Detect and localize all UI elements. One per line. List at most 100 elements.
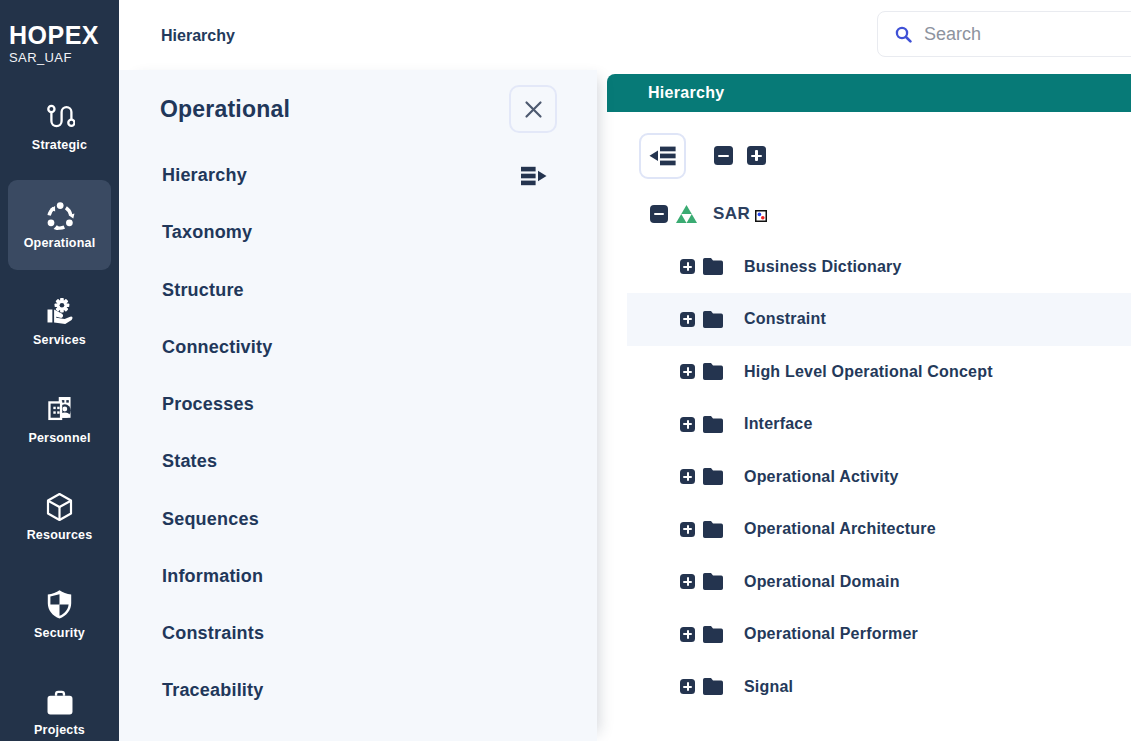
expand-node-button[interactable]	[680, 259, 695, 274]
menu-item-constraints[interactable]: Constraints	[119, 605, 597, 662]
shield-icon	[45, 590, 75, 620]
sidebar-item-security[interactable]: Security	[8, 570, 111, 660]
folder-icon	[703, 626, 723, 643]
app-logo: HOPEX	[9, 21, 119, 49]
hierarchy-panel: Hierarchy SAR	[607, 74, 1131, 741]
sidebar-item-personnel[interactable]: Personnel	[8, 375, 111, 465]
sidebar-item-resources[interactable]: Resources	[8, 472, 111, 562]
building-person-icon	[45, 395, 75, 425]
tree-root-row[interactable]: SAR	[607, 188, 1131, 241]
tree-row-business-dictionary[interactable]: Business Dictionary	[627, 241, 1131, 294]
flyout-icon[interactable]	[521, 166, 547, 186]
menu-item-label: Taxonomy	[162, 222, 252, 243]
plus-square-icon	[683, 262, 692, 271]
plus-square-icon	[683, 367, 692, 376]
folder-icon	[703, 521, 723, 538]
plus-square-icon	[683, 682, 692, 691]
plus-square-icon	[751, 150, 762, 161]
collapse-panel-button[interactable]	[639, 133, 686, 179]
sidebar-item-strategic[interactable]: Strategic	[8, 82, 111, 172]
menu-item-information[interactable]: Information	[119, 548, 597, 605]
tree-row-high-level-operational-concept[interactable]: High Level Operational Concept	[627, 346, 1131, 399]
menu-item-label: Information	[162, 566, 263, 587]
search-input[interactable]	[924, 24, 1124, 45]
hierarchy-tree: SAR Business Dictionary Constraint	[607, 188, 1131, 713]
menu-item-sequences[interactable]: Sequences	[119, 491, 597, 548]
expand-node-button[interactable]	[680, 679, 695, 694]
menu-item-label: Sequences	[162, 509, 259, 530]
sidebar-nav: Strategic Operational	[0, 82, 119, 741]
tree-children: Business Dictionary Constraint High Leve…	[607, 241, 1131, 714]
model-triangle-icon	[676, 205, 697, 223]
tree-row-interface[interactable]: Interface	[627, 398, 1131, 451]
menu-item-label: Hierarchy	[162, 165, 247, 186]
hierarchy-panel-header: Hierarchy	[607, 74, 1131, 112]
expand-node-button[interactable]	[680, 417, 695, 432]
sidebar-item-label: Strategic	[32, 138, 87, 152]
collapse-all-button[interactable]	[714, 146, 733, 165]
expand-node-button[interactable]	[680, 522, 695, 537]
tree-row-operational-performer[interactable]: Operational Performer	[627, 608, 1131, 661]
tree-row-operational-domain[interactable]: Operational Domain	[627, 556, 1131, 609]
menu-item-label: States	[162, 451, 217, 472]
sidebar-item-label: Projects	[34, 723, 85, 737]
close-icon	[523, 99, 544, 120]
tree-row-operational-architecture[interactable]: Operational Architecture	[627, 503, 1131, 556]
sidebar-item-label: Personnel	[28, 431, 90, 445]
plus-square-icon	[683, 420, 692, 429]
tree-root-label: SAR	[713, 204, 750, 224]
tree-node-label: High Level Operational Concept	[744, 363, 993, 381]
expand-all-button[interactable]	[747, 146, 766, 165]
expand-node-button[interactable]	[680, 469, 695, 484]
folder-icon	[703, 678, 723, 695]
tree-node-label: Operational Architecture	[744, 520, 936, 538]
folder-icon	[703, 363, 723, 380]
menu-item-structure[interactable]: Structure	[119, 262, 597, 319]
tree-node-label: Operational Activity	[744, 468, 899, 486]
tree-row-constraint[interactable]: Constraint	[627, 293, 1131, 346]
menu-item-taxonomy[interactable]: Taxonomy	[119, 204, 597, 261]
topbar: Hierarchy	[119, 0, 1131, 70]
sidebar-item-services[interactable]: Services	[8, 277, 111, 367]
tree-row-operational-activity[interactable]: Operational Activity	[627, 451, 1131, 504]
sidebar-item-label: Operational	[24, 236, 96, 250]
panel-title: Operational	[160, 96, 290, 123]
menu-item-label: Traceability	[162, 680, 263, 701]
sidebar-item-label: Security	[34, 626, 85, 640]
tree-toolbar	[607, 112, 1131, 196]
menu-item-label: Constraints	[162, 623, 264, 644]
hierarchy-panel-title: Hierarchy	[648, 84, 725, 102]
tree-node-label: Signal	[744, 678, 793, 696]
environment-name: SAR_UAF	[9, 50, 119, 65]
tree-node-label: Interface	[744, 415, 813, 433]
folder-icon	[703, 311, 723, 328]
menu-item-traceability[interactable]: Traceability	[119, 662, 597, 719]
sidebar-item-label: Services	[33, 333, 86, 347]
sidebar-item-operational[interactable]: Operational	[8, 180, 111, 270]
collapse-node-button[interactable]	[650, 205, 668, 223]
sidebar-item-projects[interactable]: Projects	[8, 667, 111, 741]
expand-node-button[interactable]	[680, 574, 695, 589]
close-panel-button[interactable]	[509, 85, 557, 133]
menu-item-states[interactable]: States	[119, 433, 597, 490]
expand-node-button[interactable]	[680, 364, 695, 379]
breadcrumb-title: Hierarchy	[161, 27, 235, 45]
cube-icon	[45, 492, 75, 522]
tree-node-label: Business Dictionary	[744, 258, 902, 276]
expand-node-button[interactable]	[680, 312, 695, 327]
menu-item-label: Connectivity	[162, 337, 272, 358]
route-icon	[45, 102, 75, 132]
menu-item-processes[interactable]: Processes	[119, 376, 597, 433]
tree-row-signal[interactable]: Signal	[627, 661, 1131, 714]
plus-square-icon	[683, 577, 692, 586]
search-box[interactable]	[877, 11, 1131, 57]
hand-gear-icon	[45, 297, 75, 327]
menu-item-connectivity[interactable]: Connectivity	[119, 319, 597, 376]
menu-item-hierarchy[interactable]: Hierarchy	[119, 147, 597, 204]
sidebar-item-label: Resources	[27, 528, 93, 542]
app-sidebar: HOPEX SAR_UAF Strategic Operational	[0, 0, 119, 741]
folder-icon	[703, 416, 723, 433]
tree-node-label: Operational Performer	[744, 625, 918, 643]
minus-square-icon	[718, 150, 729, 161]
expand-node-button[interactable]	[680, 627, 695, 642]
